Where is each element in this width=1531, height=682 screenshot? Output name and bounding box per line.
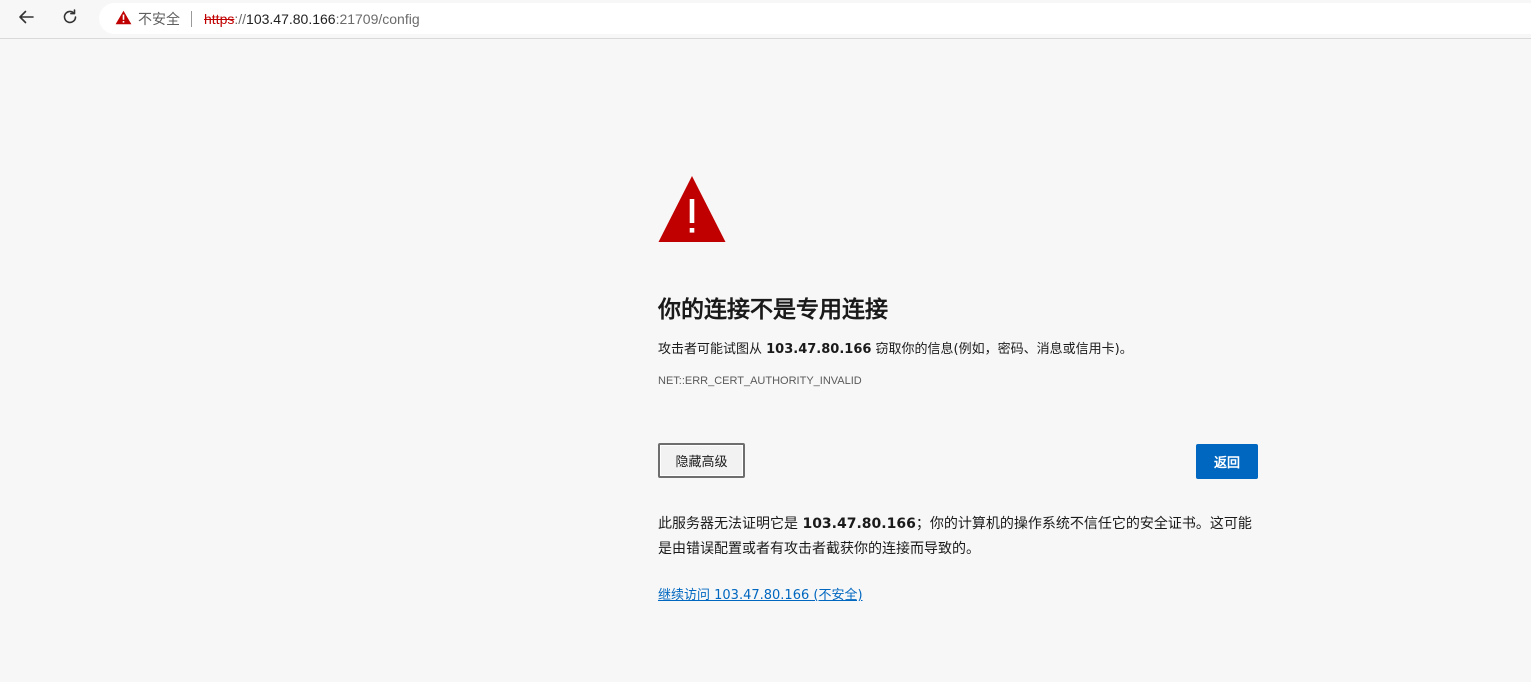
security-indicator[interactable]: 不安全 <box>115 9 180 29</box>
reload-button[interactable] <box>55 4 85 34</box>
address-divider <box>191 10 192 27</box>
advanced-details: 此服务器无法证明它是 103.47.80.166；你的计算机的操作系统不信任它的… <box>658 512 1258 562</box>
warning-description: 攻击者可能试图从 103.47.80.166 窃取你的信息(例如，密码、消息或信… <box>658 338 1133 357</box>
large-warning-icon <box>658 175 726 243</box>
description-after: 窃取你的信息(例如，密码、消息或信用卡)。 <box>871 342 1133 357</box>
browser-toolbar: 不安全 https://103.47.80.166:21709/config <box>0 0 1531 39</box>
url-host: 103.47.80.166 <box>246 10 336 27</box>
description-host: 103.47.80.166 <box>766 342 872 357</box>
address-bar[interactable]: 不安全 https://103.47.80.166:21709/config <box>99 3 1531 34</box>
url-text[interactable]: https://103.47.80.166:21709/config <box>204 11 420 27</box>
details-host: 103.47.80.166 <box>802 516 916 532</box>
reload-icon <box>60 7 80 31</box>
url-scheme: https <box>204 10 235 27</box>
page-title: 你的连接不是专用连接 <box>658 297 888 323</box>
error-code[interactable]: NET::ERR_CERT_AUTHORITY_INVALID <box>658 375 862 387</box>
url-separator: :// <box>234 10 247 27</box>
hide-advanced-button[interactable]: 隐藏高级 <box>658 443 745 478</box>
go-back-button[interactable]: 返回 <box>1196 444 1258 479</box>
back-button[interactable] <box>11 4 41 34</box>
proceed-unsafe-link[interactable]: 继续访问 103.47.80.166 (不安全) <box>658 584 863 603</box>
warning-triangle-icon <box>115 10 138 28</box>
details-before: 此服务器无法证明它是 <box>658 516 803 532</box>
arrow-left-icon <box>16 7 36 31</box>
security-label: 不安全 <box>138 10 180 27</box>
description-before: 攻击者可能试图从 <box>658 342 767 357</box>
url-path: :21709/config <box>335 10 420 27</box>
